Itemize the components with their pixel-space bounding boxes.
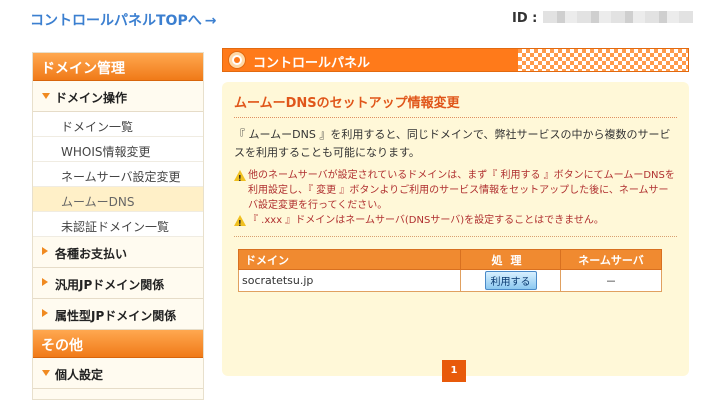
card-title: ムームーDNSのセットアップ情報変更 (234, 92, 677, 118)
user-id: ID : (512, 11, 694, 26)
intro-text: 『 ムームーDNS 』を利用すると、同じドメインで、弊社サービスの中から複数のサ… (234, 128, 671, 159)
arrow-right-icon: → (204, 13, 217, 29)
divider (234, 236, 677, 237)
dns-setup-card: ムームーDNSのセットアップ情報変更 『 ムームーDNS 』を利用すると、同じド… (222, 82, 689, 382)
main-content: コントロールパネル ムームーDNSのセットアップ情報変更 『 ムームーDNS 』… (222, 48, 689, 382)
top-link[interactable]: コントロールパネルTOPへ → (30, 10, 216, 30)
use-button[interactable]: 利用する (484, 271, 537, 290)
sidebar-section-domain: ドメイン管理 (33, 53, 203, 81)
top-link-label: コントロールパネルTOPへ (30, 13, 202, 29)
warning-note: 『 .xxx 』ドメインはネームサーバ(DNSサーバ)を設定することはできません… (234, 213, 677, 231)
panel-title: コントロールパネル (253, 56, 371, 71)
sidebar-group-payment[interactable]: 各種お支払い (33, 237, 203, 268)
sidebar-item-nameserver[interactable]: ネームサーバ設定変更 (33, 162, 203, 187)
warning-icon (234, 170, 246, 186)
sidebar-section-other: その他 (33, 330, 203, 358)
sidebar-item-muumuu-dns[interactable]: ムームーDNS (33, 187, 203, 212)
table-header-row: ドメイン 処理 ネームサーバ (238, 249, 662, 270)
triangle-down-icon (42, 93, 50, 99)
warning-text: 他のネームサーバが設定されているドメインは、まず『 利用する 』ボタンにてムーム… (248, 170, 675, 211)
domain-cell: socratetsu.jp (238, 269, 461, 292)
masked-id-value (543, 11, 694, 23)
table-row: socratetsu.jp 利用する － (238, 269, 662, 292)
sidebar-group-label: 属性型JPドメイン関係 (55, 309, 177, 323)
user-id-label: ID : (512, 11, 538, 26)
column-header-action: 処理 (460, 249, 561, 270)
warning-text: 『 .xxx 』ドメインはネームサーバ(DNSサーバ)を設定することはできません… (248, 215, 604, 226)
column-header-nameserver: ネームサーバ (560, 249, 662, 270)
triangle-right-icon (42, 309, 48, 317)
warning-icon (234, 215, 246, 231)
domain-table: ドメイン 処理 ネームサーバ socratetsu.jp 利用する － (238, 249, 662, 292)
warning-note: 他のネームサーバが設定されているドメインは、まず『 利用する 』ボタンにてムーム… (234, 168, 677, 213)
sidebar-item-whois[interactable]: WHOIS情報変更 (33, 137, 203, 162)
triangle-right-icon (42, 278, 48, 286)
sidebar-item-domain-list[interactable]: ドメイン一覧 (33, 112, 203, 137)
checker-pattern (518, 49, 688, 71)
sidebar-group-domain-ops[interactable]: ドメイン操作 (33, 81, 203, 112)
sidebar-item-unverified[interactable]: 未認証ドメイン一覧 (33, 212, 203, 237)
sidebar: ドメイン管理 ドメイン操作 ドメイン一覧 WHOIS情報変更 ネームサーバ設定変… (32, 52, 204, 400)
panel-header: コントロールパネル (222, 48, 689, 72)
gear-icon (229, 52, 245, 68)
sidebar-group-label: 汎用JPドメイン関係 (55, 278, 165, 292)
action-cell: 利用する (460, 269, 561, 292)
triangle-right-icon (42, 247, 48, 255)
sidebar-group-label: 各種お支払い (55, 247, 128, 261)
sidebar-group-label: ドメイン操作 (55, 91, 128, 105)
triangle-down-icon (42, 370, 50, 376)
sidebar-group-label: 個人設定 (55, 368, 104, 382)
column-header-domain: ドメイン (238, 249, 461, 270)
sidebar-group-jp[interactable]: 汎用JPドメイン関係 (33, 268, 203, 299)
nameserver-cell: － (560, 269, 662, 292)
sidebar-group-attr-jp[interactable]: 属性型JPドメイン関係 (33, 299, 203, 330)
pagination-page-1[interactable]: 1 (442, 360, 466, 382)
sidebar-group-personal[interactable]: 個人設定 (33, 358, 203, 389)
